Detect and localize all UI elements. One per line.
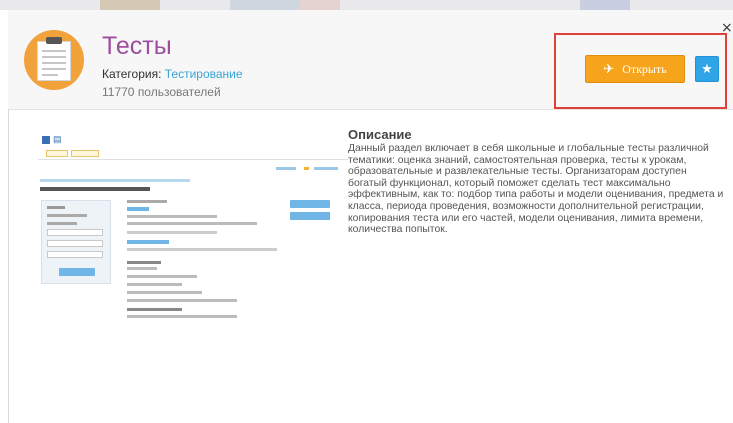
open-button[interactable]: ✈ Открыть — [585, 55, 685, 83]
users-count: 11770 пользователей — [102, 85, 221, 99]
star-icon: ★ — [701, 61, 713, 77]
backdrop — [0, 0, 733, 10]
favorite-button[interactable]: ★ — [695, 56, 719, 82]
screenshot-preview: ▤ — [32, 130, 348, 320]
app-detail-dialog: Тесты Категория: Тестирование 11770 поль… — [8, 10, 733, 423]
close-icon[interactable]: × — [721, 21, 733, 35]
open-button-label: Открыть — [622, 61, 667, 76]
clipboard-checklist-icon — [24, 30, 84, 90]
category-row: Категория: Тестирование — [102, 67, 243, 81]
app-title: Тесты — [102, 32, 172, 60]
description-title: Описание — [348, 127, 412, 142]
paper-plane-icon: ✈ — [603, 61, 615, 77]
category-label: Категория: — [102, 67, 165, 81]
description-text: Данный раздел включает в себя школьные и… — [348, 143, 724, 236]
divider — [8, 110, 9, 423]
category-link[interactable]: Тестирование — [165, 67, 243, 81]
